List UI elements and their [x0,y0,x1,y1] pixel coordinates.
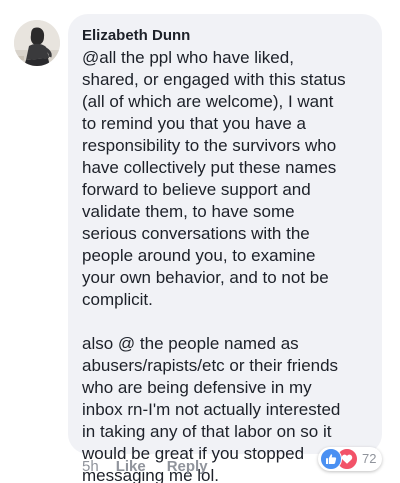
avatar[interactable] [14,20,60,66]
comment-bubble: Elizabeth Dunn @all the ppl who have lik… [68,14,382,483]
comment-actions: 5h Like Reply [82,458,229,476]
comment-author[interactable]: Elizabeth Dunn [82,27,370,45]
reply-button[interactable]: Reply [167,458,208,476]
profile-photo [14,20,60,66]
comment-text: @all the ppl who have liked, shared, or … [82,48,346,483]
reaction-count: 72 [362,451,377,466]
comment-timestamp[interactable]: 5h [82,458,99,476]
like-button[interactable]: Like [116,458,146,476]
like-reaction-icon [320,448,342,470]
reactions-summary[interactable]: 72 [318,447,383,471]
